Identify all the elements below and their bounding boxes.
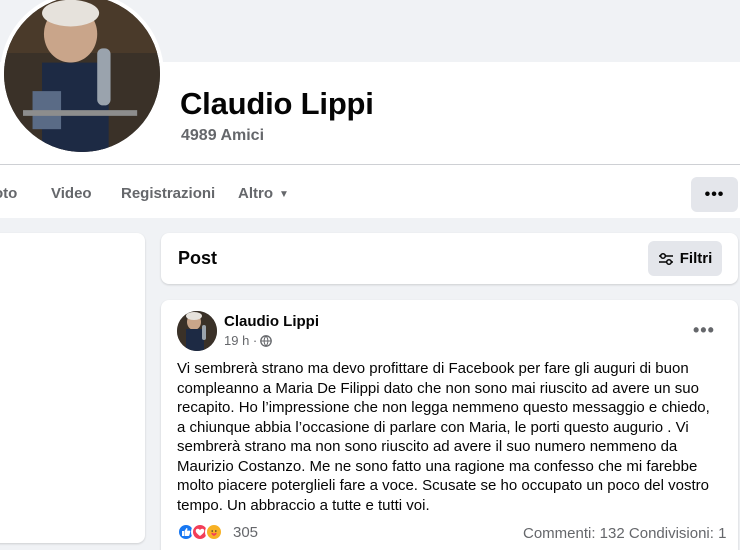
post-author-name[interactable]: Claudio Lippi [224,313,319,330]
post-stats: Commenti: 132 Condivisioni: 1 [523,525,726,542]
post-options-button[interactable]: ••• [693,320,715,341]
profile-photo [4,0,160,152]
care-icon [205,523,223,541]
tab-photo[interactable]: oto [0,185,17,202]
post-card: Claudio Lippi 19 h · ••• Vi sembrerà str… [161,300,738,550]
profile-more-button[interactable]: ••• [691,177,738,212]
profile-name: Claudio Lippi [180,86,374,121]
reaction-count: 305 [233,523,259,541]
filter-button[interactable]: Filtri [648,241,722,276]
profile-tabs: oto Video Registrazioni Altro ▼ [0,165,740,217]
tab-altro[interactable]: Altro ▼ [238,185,289,202]
post-meta: 19 h · [224,333,273,348]
filter-icon [658,252,673,265]
tab-altro-label: Altro [238,185,273,202]
friends-count[interactable]: 4989 Amici [181,127,264,145]
post-author-avatar[interactable] [177,311,217,351]
posts-header: Post Filtri [161,233,738,284]
post-text: Vi sembrerà strano ma devo profittare di… [177,360,710,514]
filter-label: Filtri [679,250,713,267]
posts-title: Post [178,248,218,268]
shares-count[interactable]: Condivisioni: 1 [629,525,727,542]
intro-card [0,233,145,543]
comments-count[interactable]: Commenti: 132 [523,525,625,542]
globe-icon [260,334,273,347]
author-photo [177,311,217,351]
tab-video[interactable]: Video [51,185,92,202]
tab-registrazioni[interactable]: Registrazioni [121,185,215,202]
post-timestamp[interactable]: 19 h · [224,333,257,348]
caret-down-icon: ▼ [279,189,289,200]
reaction-summary[interactable]: 305 [177,523,258,541]
